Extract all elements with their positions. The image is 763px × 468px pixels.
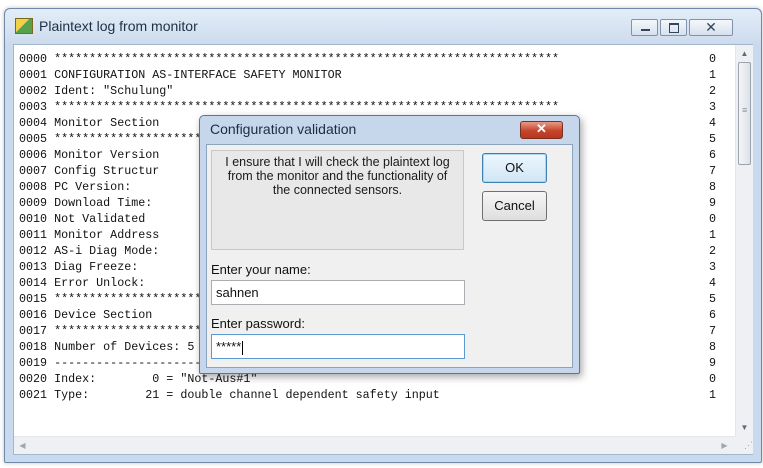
line-number: 8: [708, 340, 716, 354]
line-number: 3: [708, 260, 716, 274]
log-line: 0008 PC Version:: [19, 180, 132, 194]
configuration-validation-dialog: Configuration validation ✕ I ensure that…: [199, 115, 580, 374]
confirmation-notice: I ensure that I will check the plaintext…: [211, 150, 464, 250]
close-icon: ✕: [536, 121, 547, 136]
close-icon: ✕: [705, 19, 717, 35]
horizontal-scrollbar[interactable]: ◀ ▶: [14, 436, 735, 454]
log-line: 0001 CONFIGURATION AS-INTERFACE SAFETY M…: [19, 68, 342, 82]
text-caret: [242, 340, 244, 355]
line-number: 1: [708, 228, 716, 242]
line-number: 0: [708, 52, 716, 66]
line-number: 0: [708, 212, 716, 226]
window-title: Plaintext log from monitor: [39, 18, 198, 34]
line-number: 1: [708, 68, 716, 82]
window-close-button[interactable]: ✕: [689, 19, 733, 36]
scroll-down-icon[interactable]: ▼: [736, 419, 753, 436]
app-icon: [15, 18, 33, 34]
line-number: 9: [708, 356, 716, 370]
window-titlebar[interactable]: Plaintext log from monitor ✕: [5, 9, 761, 43]
dialog-body: I ensure that I will check the plaintext…: [206, 144, 573, 368]
dialog-title: Configuration validation: [210, 121, 357, 137]
line-number: 4: [708, 276, 716, 290]
scroll-right-icon[interactable]: ▶: [716, 437, 733, 454]
line-number: 1: [708, 388, 716, 402]
minimize-icon: [641, 29, 650, 31]
line-number: 5: [708, 292, 716, 306]
log-line: 0006 Monitor Version: [19, 148, 160, 162]
line-number: 3: [708, 100, 716, 114]
log-line: 0014 Error Unlock:: [19, 276, 146, 290]
line-number: 5: [708, 132, 716, 146]
vertical-scroll-thumb[interactable]: ≡: [738, 62, 751, 165]
scroll-left-icon[interactable]: ◀: [14, 437, 31, 454]
name-value: sahnen: [216, 285, 259, 300]
dialog-close-button[interactable]: ✕: [520, 121, 563, 139]
password-field[interactable]: *****: [211, 334, 465, 359]
log-line: 0000 ***********************************…: [19, 52, 560, 66]
notice-text: I ensure that I will check the plaintext…: [225, 155, 450, 197]
line-number: 8: [708, 180, 716, 194]
line-number: 9: [708, 196, 716, 210]
log-line: 0002 Ident: "Schulung": [19, 84, 174, 98]
maximize-button[interactable]: [660, 19, 687, 36]
grip-icon: ≡: [742, 105, 748, 115]
log-line: 0007 Config Structur: [19, 164, 160, 178]
line-number: 4: [708, 116, 716, 130]
log-line: 0004 Monitor Section: [19, 116, 160, 130]
cancel-button[interactable]: Cancel: [482, 191, 547, 221]
log-line: 0021 Type: 21 = double channel dependent…: [19, 388, 440, 402]
line-number: 2: [708, 244, 716, 258]
password-label: Enter password:: [211, 316, 305, 331]
log-line: 0009 Download Time:: [19, 196, 153, 210]
resize-grip-icon[interactable]: ⋰: [735, 436, 753, 454]
log-line: 0010 Not Validated: [19, 212, 146, 226]
log-line: 0016 Device Section: [19, 308, 153, 322]
log-line: 0013 Diag Freeze:: [19, 260, 139, 274]
password-value: *****: [216, 339, 242, 354]
line-number: 0: [708, 372, 716, 386]
line-number: 6: [708, 148, 716, 162]
maximize-icon: [669, 23, 679, 33]
log-line: 0003 ***********************************…: [19, 100, 560, 114]
line-number: 7: [708, 164, 716, 178]
ok-button[interactable]: OK: [482, 153, 547, 183]
vertical-scrollbar[interactable]: ▲ ≡ ▼: [735, 45, 753, 436]
scroll-up-icon[interactable]: ▲: [736, 45, 753, 62]
line-number: 6: [708, 308, 716, 322]
name-field[interactable]: sahnen: [211, 280, 465, 305]
name-label: Enter your name:: [211, 262, 311, 277]
line-number: 7: [708, 324, 716, 338]
line-number: 2: [708, 84, 716, 98]
log-line: 0012 AS-i Diag Mode:: [19, 244, 160, 258]
minimize-button[interactable]: [631, 19, 658, 36]
log-line: 0018 Number of Devices: 5: [19, 340, 195, 354]
